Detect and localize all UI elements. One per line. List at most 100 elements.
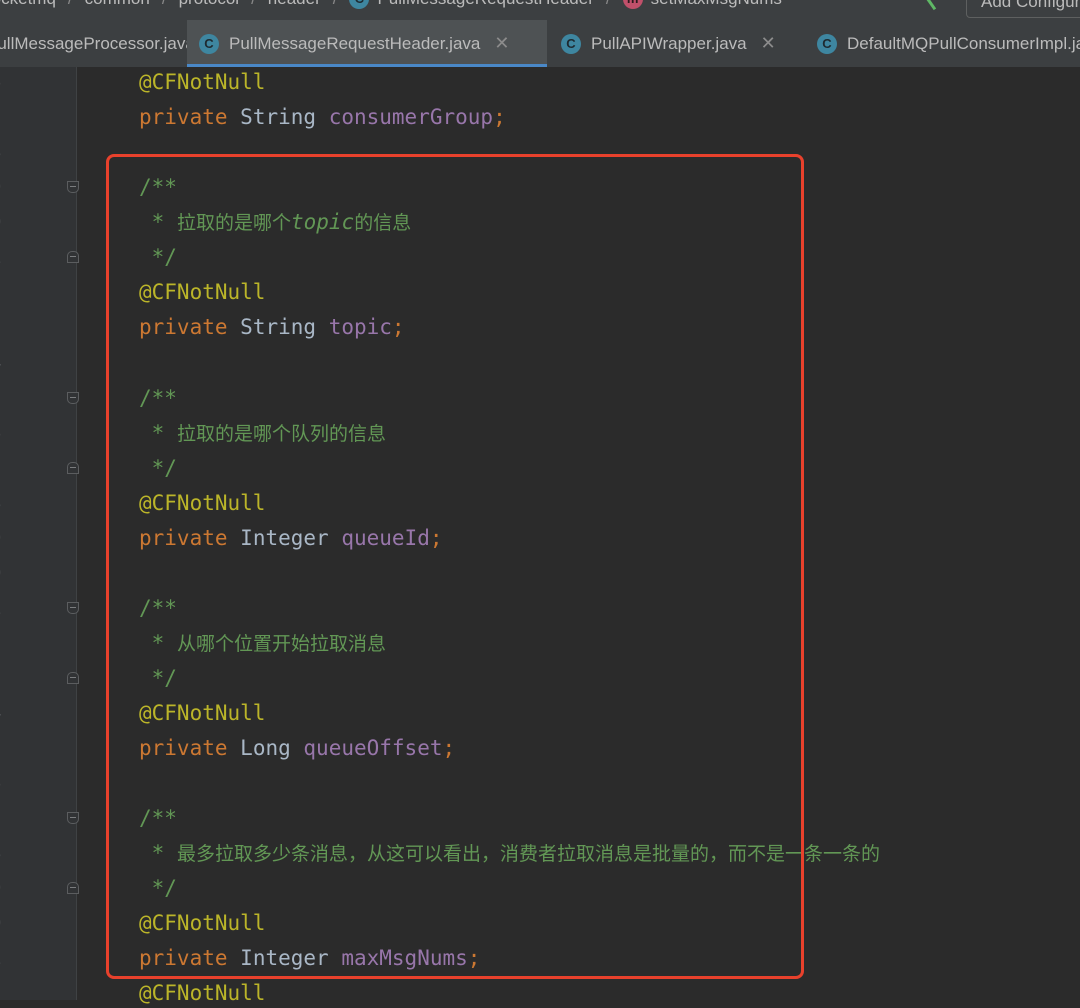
doc-close: */ xyxy=(151,666,177,690)
fold-close-icon[interactable] xyxy=(67,882,79,894)
method-icon: m xyxy=(622,0,643,9)
doc-close: */ xyxy=(151,876,177,900)
line-number: 7 xyxy=(0,453,14,483)
keyword-private: private xyxy=(139,946,228,970)
doc-text: 拉取的是哪个 xyxy=(176,212,291,234)
fold-close-icon[interactable] xyxy=(67,462,79,474)
code-line-doc-close: */ xyxy=(139,663,177,693)
breadcrumb-separator: / xyxy=(162,0,167,9)
line-number: 1 xyxy=(0,593,14,623)
line-number: 7 xyxy=(0,803,14,833)
close-icon[interactable]: ✕ xyxy=(761,33,776,54)
doc-text: 从哪个位置开始拉取消息 xyxy=(176,633,386,655)
line-number: 4 xyxy=(0,698,14,728)
field-name: maxMsgNums xyxy=(341,946,468,970)
field-name: queueOffset xyxy=(303,736,443,760)
line-number: 0 xyxy=(0,558,14,588)
line-number: 6 xyxy=(0,418,14,448)
field-name: consumerGroup xyxy=(328,105,494,129)
line-number: 7 xyxy=(0,102,14,132)
code-line-doc-comment: * 最多拉取多少条消息，从这可以看出，消费者拉取消息是批量的，而不是一条一条的 xyxy=(139,838,880,868)
add-configuration-button[interactable]: Add Configuration... xyxy=(966,0,1080,18)
line-number: 3 xyxy=(0,663,14,693)
code-editor[interactable]: 6 7 8 9 0 1 2 3 4 5 6 7 8 9 0 1 2 3 4 5 … xyxy=(0,67,1080,1005)
code-line-doc-open: /** xyxy=(139,175,177,199)
breadcrumb-item-method[interactable]: setMaxMsgNums xyxy=(651,0,782,9)
tab-defaultmqpullconsumerimpl[interactable]: C DefaultMQPullConsumerImpl.java xyxy=(817,20,1080,67)
code-line-doc-close: */ xyxy=(139,242,177,272)
code-line-annotation: @CFNotNull xyxy=(139,911,266,935)
doc-close: */ xyxy=(151,456,177,480)
code-line-field-topic: private String topic; xyxy=(139,312,405,342)
line-number: 9 xyxy=(0,172,14,202)
doc-star: * xyxy=(151,210,165,234)
tab-pullmessagerequestheader[interactable]: C PullMessageRequestHeader.java ✕ xyxy=(187,20,547,67)
code-line-annotation: @CFNotNull xyxy=(139,701,266,725)
tab-pullapiwrapper[interactable]: C PullAPIWrapper.java ✕ xyxy=(561,20,776,67)
semicolon: ; xyxy=(391,315,405,339)
tab-label: PullMessageProcessor.java xyxy=(0,33,195,53)
code-line-annotation: @CFNotNull xyxy=(139,280,266,304)
line-number: 3 xyxy=(0,312,14,342)
semicolon: ; xyxy=(442,736,456,760)
breadcrumb-bar: rocketmq / common / protocol / header / … xyxy=(0,0,1080,20)
class-icon: C xyxy=(199,33,219,54)
fold-open-icon[interactable] xyxy=(67,602,79,614)
field-type: String xyxy=(240,105,317,129)
tab-label: DefaultMQPullConsumerImpl.java xyxy=(847,33,1080,53)
doc-text: 拉取的是哪个队列的信息 xyxy=(176,423,386,445)
fold-open-icon[interactable] xyxy=(67,181,79,193)
tab-label: PullAPIWrapper.java xyxy=(591,33,747,53)
doc-text-emphasis: topic xyxy=(290,210,355,234)
keyword-private: private xyxy=(139,736,228,760)
line-number: 8 xyxy=(0,137,14,167)
field-type: Integer xyxy=(240,946,329,970)
code-line-doc-open: /** xyxy=(139,806,177,830)
fold-open-icon[interactable] xyxy=(67,392,79,404)
breadcrumb-separator: / xyxy=(251,0,256,9)
code-line-annotation: @CFNotNull xyxy=(139,491,266,515)
breadcrumb-item-class[interactable]: PullMessageRequestHeader xyxy=(377,0,593,9)
doc-text: 最多拉取多少条消息，从这可以看出，消费者拉取消息是批量的，而不是一条一条的 xyxy=(176,843,880,865)
doc-star: * xyxy=(151,841,165,865)
build-hammer-icon[interactable] xyxy=(925,0,950,11)
keyword-private: private xyxy=(139,315,228,339)
code-line-annotation: @CFNotNull xyxy=(139,70,266,94)
line-number: 4 xyxy=(0,348,14,378)
field-name: topic xyxy=(328,315,392,339)
code-line-field-maxmsgnums: private Integer maxMsgNums; xyxy=(139,943,480,973)
class-icon: C xyxy=(817,33,837,54)
line-number: 2 xyxy=(0,628,14,658)
breadcrumb-separator: / xyxy=(333,0,338,9)
line-number: 8 xyxy=(0,838,14,868)
breadcrumb: rocketmq / common / protocol / header / … xyxy=(0,0,782,9)
keyword-private: private xyxy=(139,105,228,129)
code-line-doc-comment: * 拉取的是哪个队列的信息 xyxy=(139,418,386,448)
code-line-field-queueoffset: private Long queueOffset; xyxy=(139,733,455,763)
breadcrumb-item-protocol[interactable]: protocol xyxy=(179,0,239,9)
editor-tab-bar: PullMessageProcessor.java ✕ C PullMessag… xyxy=(0,20,1080,68)
line-number: 1 xyxy=(0,943,14,973)
semicolon: ; xyxy=(467,946,481,970)
doc-star: * xyxy=(151,421,165,445)
code-line-doc-open: /** xyxy=(139,596,177,620)
breadcrumb-item-header[interactable]: header xyxy=(268,0,321,9)
fold-close-icon[interactable] xyxy=(67,251,79,263)
doc-text: 的信息 xyxy=(354,212,412,234)
field-type: String xyxy=(240,315,317,339)
breadcrumb-separator: / xyxy=(68,0,73,9)
line-number: 5 xyxy=(0,383,14,413)
code-line-annotation: @CFNotNull xyxy=(139,981,266,1005)
class-icon: C xyxy=(561,33,581,54)
keyword-private: private xyxy=(139,526,228,550)
breadcrumb-item-common[interactable]: common xyxy=(85,0,150,9)
close-icon[interactable]: ✕ xyxy=(494,33,509,54)
code-line-field-queueid: private Integer queueId; xyxy=(139,523,443,553)
fold-open-icon[interactable] xyxy=(67,812,79,824)
line-number: 5 xyxy=(0,733,14,763)
code-line-doc-close: */ xyxy=(139,873,177,903)
line-number: 1 xyxy=(0,242,14,272)
breadcrumb-item-rocketmq[interactable]: rocketmq xyxy=(0,0,56,9)
line-number: 9 xyxy=(0,523,14,553)
fold-close-icon[interactable] xyxy=(67,672,79,684)
